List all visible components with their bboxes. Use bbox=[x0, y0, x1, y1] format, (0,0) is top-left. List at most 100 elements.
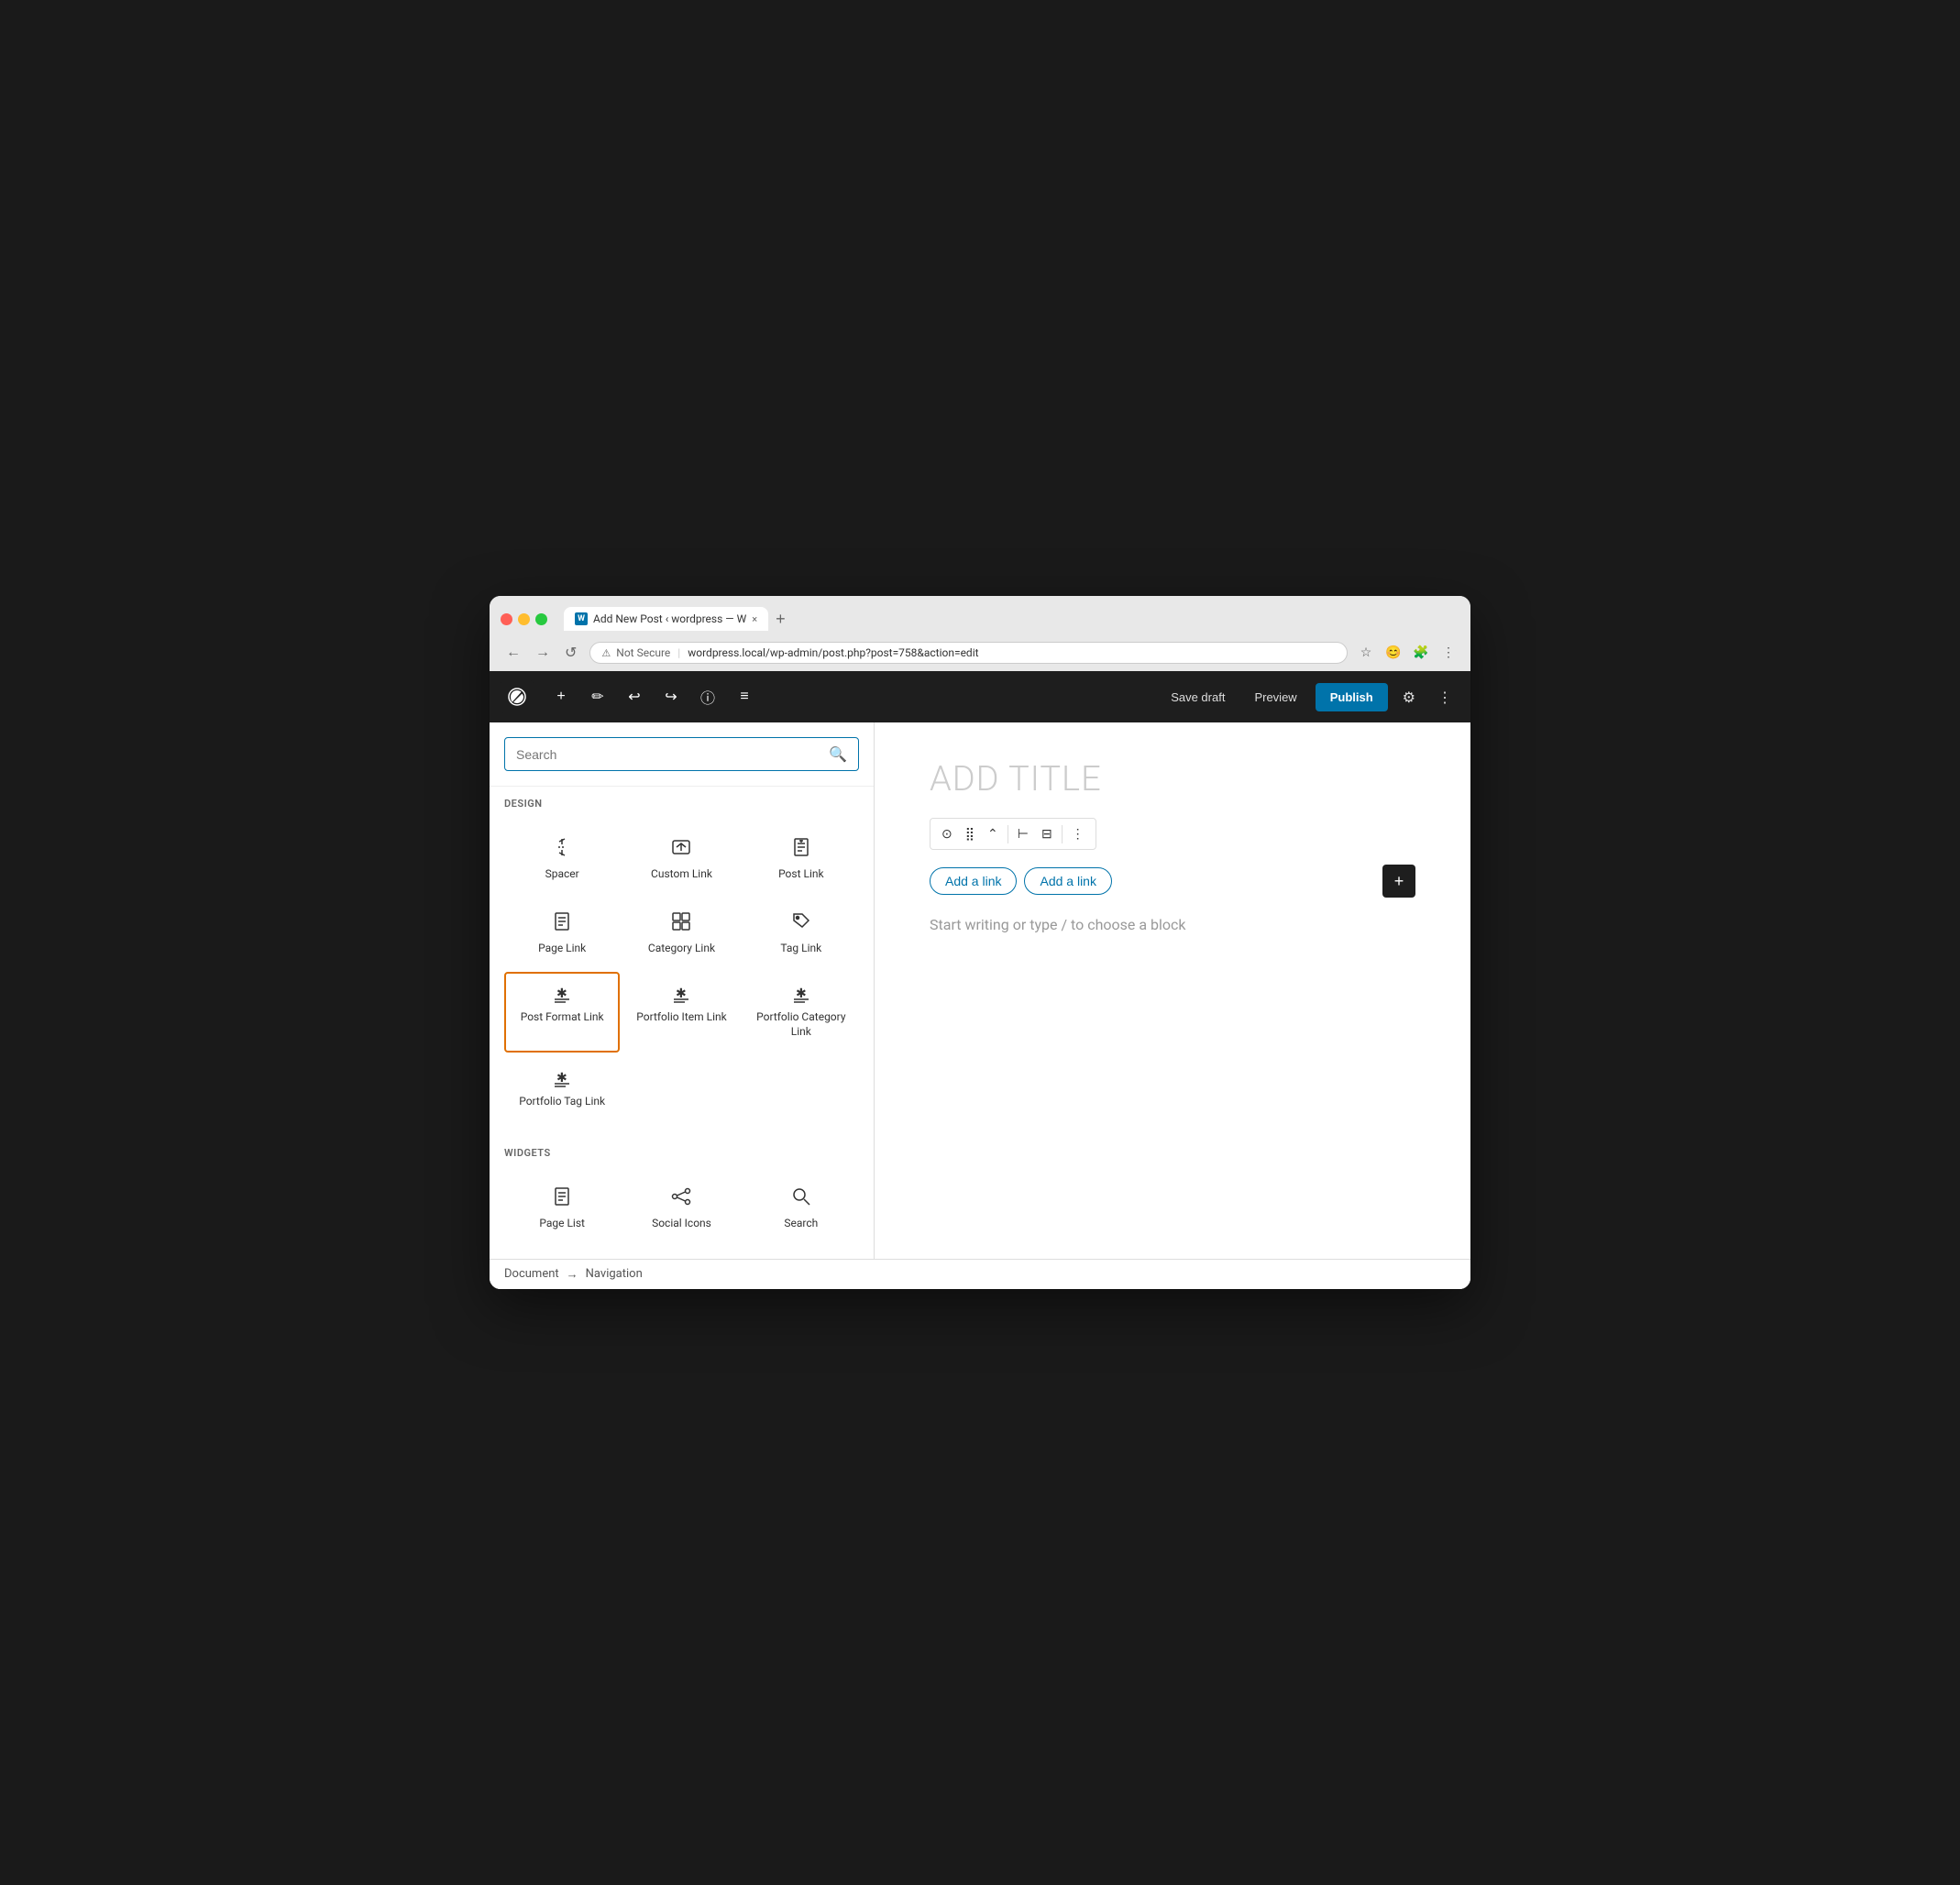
wp-container: + ✏ ↩ ↪ ⓘ ≡ Save draft Preview Publish ⚙… bbox=[490, 671, 1470, 1289]
block-item-post-format-link[interactable]: ✱ Post Format Link bbox=[504, 972, 620, 1052]
block-item-portfolio-tag-link[interactable]: ✱ Portfolio Tag Link bbox=[504, 1056, 620, 1122]
sidebar-search: 🔍 bbox=[490, 722, 874, 787]
block-item-category-link[interactable]: Category Link bbox=[623, 898, 739, 969]
block-item-portfolio-item-link[interactable]: ✱ Portfolio Item Link bbox=[623, 972, 739, 1052]
add-block-toolbar-button[interactable]: + bbox=[545, 680, 578, 713]
social-icons-label: Social Icons bbox=[652, 1217, 711, 1231]
browser-actions: ☆ 😊 🧩 ⋮ bbox=[1355, 642, 1459, 664]
tag-link-icon bbox=[791, 911, 811, 936]
align-left-button[interactable]: ⊢ bbox=[1012, 822, 1034, 845]
tab-close-button[interactable]: × bbox=[752, 613, 757, 625]
custom-link-label: Custom Link bbox=[651, 867, 712, 882]
design-section: DESIGN bbox=[490, 787, 874, 1136]
breadcrumb-separator: → bbox=[567, 1267, 578, 1282]
toolbar-separator-2 bbox=[1062, 825, 1063, 843]
back-button[interactable]: ← bbox=[501, 643, 526, 663]
portfolio-category-link-label: Portfolio Category Link bbox=[753, 1010, 850, 1039]
portfolio-item-link-label: Portfolio Item Link bbox=[636, 1010, 726, 1025]
more-block-options[interactable]: ⋮ bbox=[1066, 822, 1090, 845]
traffic-lights bbox=[501, 613, 547, 625]
editor-title-placeholder[interactable]: ADD TITLE bbox=[930, 759, 1415, 799]
page-list-label: Page List bbox=[539, 1217, 585, 1231]
new-tab-button[interactable]: + bbox=[772, 610, 789, 629]
wp-editor[interactable]: ADD TITLE ⊙ ⣿ ⌃ ⊢ ⊟ ⋮ Add a link Add a l… bbox=[875, 722, 1470, 1259]
toolbar-right: Save draft Preview Publish ⚙ ⋮ bbox=[1160, 683, 1459, 711]
add-block-button[interactable]: + bbox=[1382, 865, 1415, 898]
nav-buttons: ← → ↺ bbox=[501, 642, 582, 664]
block-item-search-widget[interactable]: Search bbox=[743, 1174, 859, 1244]
design-blocks-grid: Spacer Custom Link bbox=[490, 817, 874, 1136]
spacer-icon bbox=[552, 837, 572, 862]
breadcrumb-navigation[interactable]: Navigation bbox=[586, 1267, 643, 1281]
bookmark-icon[interactable]: ☆ bbox=[1355, 642, 1377, 664]
move-up-down[interactable]: ⌃ bbox=[982, 822, 1004, 845]
block-item-custom-link[interactable]: Custom Link bbox=[623, 824, 739, 895]
portfolio-category-link-icon: ✱ bbox=[791, 985, 811, 1005]
wp-favicon-icon: W bbox=[575, 612, 588, 625]
post-link-label: Post Link bbox=[778, 867, 824, 882]
add-link-button-1[interactable]: Add a link bbox=[930, 867, 1017, 895]
block-item-portfolio-category-link[interactable]: ✱ Portfolio Category Link bbox=[743, 972, 859, 1052]
block-toolbar: ⊙ ⣿ ⌃ ⊢ ⊟ ⋮ bbox=[930, 818, 1096, 850]
block-item-tag-link[interactable]: Tag Link bbox=[743, 898, 859, 969]
address-bar[interactable]: ⚠ Not Secure | wordpress.local/wp-admin/… bbox=[589, 642, 1348, 664]
edit-mode-button[interactable]: ✏ bbox=[581, 680, 614, 713]
browser-addressbar: ← → ↺ ⚠ Not Secure | wordpress.local/wp-… bbox=[501, 638, 1459, 671]
browser-menu-icon[interactable]: ⋮ bbox=[1437, 642, 1459, 664]
profile-icon[interactable]: 😊 bbox=[1382, 642, 1404, 664]
block-item-spacer[interactable]: Spacer bbox=[504, 824, 620, 895]
preview-button[interactable]: Preview bbox=[1243, 685, 1307, 710]
post-format-link-icon: ✱ bbox=[552, 985, 572, 1005]
category-link-icon bbox=[671, 911, 691, 936]
maximize-window-button[interactable] bbox=[535, 613, 547, 625]
drag-handle[interactable]: ⣿ bbox=[960, 822, 980, 845]
security-label: Not Secure bbox=[616, 646, 670, 659]
editor-placeholder-text[interactable]: Start writing or type / to choose a bloc… bbox=[930, 916, 1415, 933]
settings-icon[interactable]: ⚙ bbox=[1395, 685, 1423, 710]
design-section-label: DESIGN bbox=[490, 787, 874, 817]
post-format-link-label: Post Format Link bbox=[521, 1010, 604, 1025]
wp-toolbar: + ✏ ↩ ↪ ⓘ ≡ Save draft Preview Publish ⚙… bbox=[490, 671, 1470, 722]
custom-link-icon bbox=[671, 837, 691, 862]
browser-titlebar: W Add New Post ‹ wordpress — W × + bbox=[501, 607, 1459, 631]
wp-footer: Document → Navigation bbox=[490, 1259, 1470, 1289]
breadcrumb-document[interactable]: Document bbox=[504, 1267, 559, 1281]
info-button[interactable]: ⓘ bbox=[691, 680, 724, 713]
align-center-button[interactable]: ⊟ bbox=[1036, 822, 1058, 845]
wp-logo[interactable] bbox=[501, 680, 534, 713]
wp-main: 🔍 DESIGN bbox=[490, 722, 1470, 1259]
spacer-label: Spacer bbox=[545, 867, 579, 882]
forward-button[interactable]: → bbox=[530, 643, 556, 663]
refresh-button[interactable]: ↺ bbox=[559, 642, 582, 664]
browser-window: W Add New Post ‹ wordpress — W × + ← → ↺… bbox=[490, 596, 1470, 1289]
list-view-button[interactable]: ≡ bbox=[728, 680, 761, 713]
portfolio-tag-link-icon: ✱ bbox=[552, 1069, 572, 1089]
publish-button[interactable]: Publish bbox=[1316, 683, 1388, 711]
search-box[interactable]: 🔍 bbox=[504, 737, 859, 771]
post-link-icon bbox=[791, 837, 811, 862]
portfolio-tag-link-label: Portfolio Tag Link bbox=[519, 1095, 605, 1109]
block-item-social-icons[interactable]: Social Icons bbox=[623, 1174, 739, 1244]
minimize-window-button[interactable] bbox=[518, 613, 530, 625]
block-item-page-link[interactable]: Page Link bbox=[504, 898, 620, 969]
page-link-icon bbox=[552, 911, 572, 936]
search-widget-icon bbox=[791, 1186, 811, 1211]
search-input[interactable] bbox=[516, 747, 821, 762]
undo-button[interactable]: ↩ bbox=[618, 680, 651, 713]
extensions-icon[interactable]: 🧩 bbox=[1410, 642, 1432, 664]
block-item-post-link[interactable]: Post Link bbox=[743, 824, 859, 895]
active-tab[interactable]: W Add New Post ‹ wordpress — W × bbox=[564, 607, 768, 631]
redo-button[interactable]: ↪ bbox=[655, 680, 688, 713]
tab-title: Add New Post ‹ wordpress — W bbox=[593, 612, 746, 625]
category-link-label: Category Link bbox=[648, 942, 715, 956]
block-item-page-list[interactable]: Page List bbox=[504, 1174, 620, 1244]
widgets-section: WIDGETS bbox=[490, 1136, 874, 1259]
add-link-button-2[interactable]: Add a link bbox=[1024, 867, 1111, 895]
widgets-blocks-grid: Page List bbox=[490, 1166, 874, 1259]
save-draft-button[interactable]: Save draft bbox=[1160, 685, 1236, 710]
more-options-icon[interactable]: ⋮ bbox=[1430, 685, 1459, 710]
page-list-icon bbox=[552, 1186, 572, 1211]
close-window-button[interactable] bbox=[501, 613, 512, 625]
tag-link-label: Tag Link bbox=[780, 942, 821, 956]
block-type-icon[interactable]: ⊙ bbox=[936, 822, 958, 845]
